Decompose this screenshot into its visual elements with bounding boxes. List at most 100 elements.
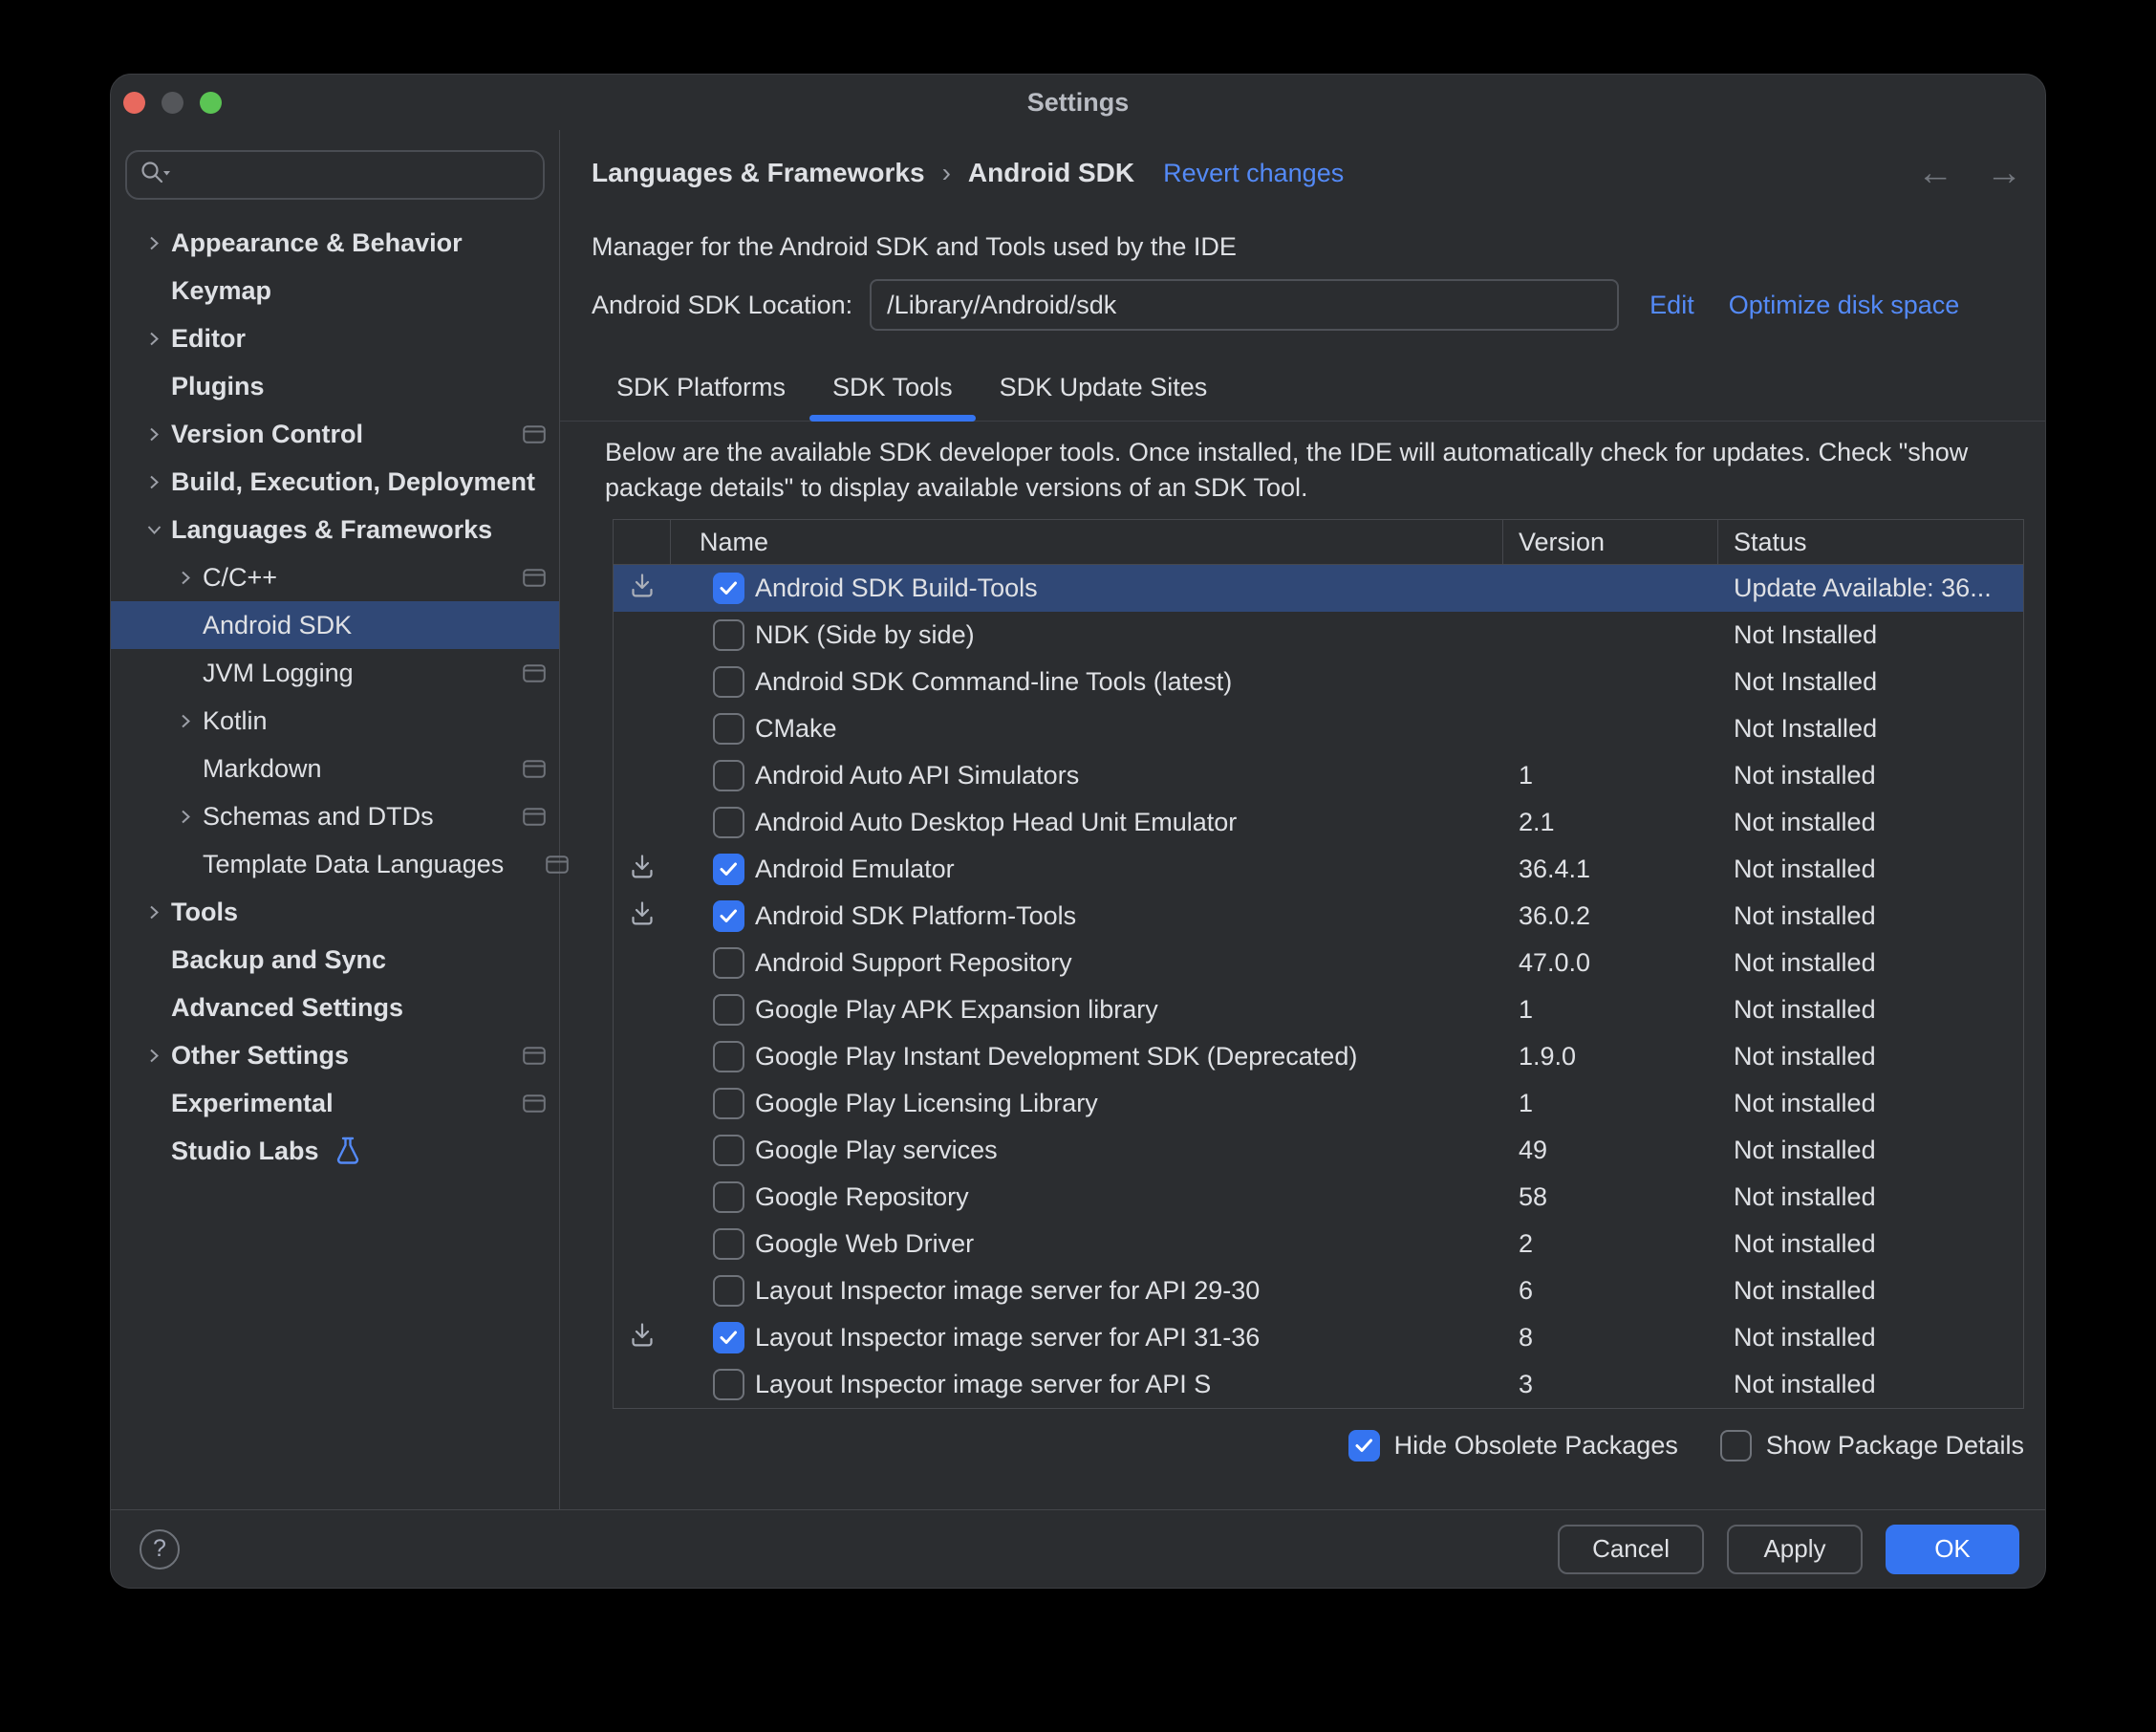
sidebar-search-box[interactable]	[125, 150, 545, 200]
row-checkbox[interactable]	[713, 713, 744, 745]
row-checkbox[interactable]	[713, 1181, 744, 1213]
chevron-right-icon[interactable]	[146, 904, 171, 920]
table-row[interactable]: Layout Inspector image server for API 31…	[614, 1314, 2023, 1361]
row-name-cell: Android Emulator	[671, 846, 1503, 893]
row-status-cell: Not installed	[1718, 799, 2023, 846]
chevron-right-icon[interactable]	[146, 426, 171, 443]
sidebar-item[interactable]: Experimental	[111, 1079, 559, 1127]
table-row[interactable]: CMake Not Installed	[614, 705, 2023, 752]
cancel-button[interactable]: Cancel	[1558, 1525, 1704, 1574]
minimize-button[interactable]	[162, 92, 183, 114]
search-input[interactable]	[171, 160, 531, 191]
row-checkbox[interactable]	[713, 760, 744, 791]
chevron-right-icon[interactable]	[178, 570, 203, 586]
table-row[interactable]: Google Play APK Expansion library 1 Not …	[614, 986, 2023, 1033]
row-version-cell: 36.0.2	[1503, 893, 1718, 940]
chevron-right-icon[interactable]	[146, 1048, 171, 1064]
breadcrumb-parent[interactable]: Languages & Frameworks	[592, 158, 925, 188]
chevron-right-icon[interactable]	[146, 235, 171, 251]
sidebar-item[interactable]: Keymap	[111, 267, 559, 314]
table-row[interactable]: Android SDK Platform-Tools 36.0.2 Not in…	[614, 893, 2023, 940]
table-row[interactable]: Android SDK Command-line Tools (latest) …	[614, 659, 2023, 705]
sidebar-item[interactable]: Markdown	[111, 745, 559, 792]
sidebar-item[interactable]: Version Control	[111, 410, 559, 458]
table-row[interactable]: NDK (Side by side) Not Installed	[614, 612, 2023, 659]
apply-button[interactable]: Apply	[1727, 1525, 1863, 1574]
table-row[interactable]: Google Play Licensing Library 1 Not inst…	[614, 1080, 2023, 1127]
table-row[interactable]: Layout Inspector image server for API 29…	[614, 1267, 2023, 1314]
row-checkbox[interactable]	[713, 807, 744, 838]
sidebar-item[interactable]: Studio Labs	[111, 1127, 559, 1175]
sdk-location-input[interactable]	[870, 279, 1619, 331]
back-arrow-icon[interactable]: ←	[1917, 155, 1953, 191]
header-name[interactable]: Name	[671, 520, 1503, 564]
row-checkbox[interactable]	[713, 1275, 744, 1307]
optimize-disk-space-link[interactable]: Optimize disk space	[1729, 291, 1960, 320]
sidebar-item[interactable]: Editor	[111, 314, 559, 362]
row-checkbox[interactable]	[713, 666, 744, 698]
chevron-right-icon[interactable]	[178, 809, 203, 825]
chevron-right-icon[interactable]	[146, 474, 171, 490]
chevron-right-icon[interactable]	[178, 713, 203, 729]
header-status[interactable]: Status	[1718, 520, 2023, 564]
sidebar-item[interactable]: Android SDK	[111, 601, 559, 649]
package-name: Android Support Repository	[755, 948, 1072, 978]
sidebar-item[interactable]: Template Data Languages	[111, 840, 559, 888]
sidebar-item[interactable]: Plugins	[111, 362, 559, 410]
header-version[interactable]: Version	[1503, 520, 1718, 564]
row-checkbox[interactable]	[713, 573, 744, 604]
table-row[interactable]: Google Repository 58 Not installed	[614, 1174, 2023, 1221]
row-checkbox[interactable]	[713, 1228, 744, 1260]
table-row[interactable]: Android Support Repository 47.0.0 Not in…	[614, 940, 2023, 986]
table-row[interactable]: Android SDK Build-Tools Update Available…	[614, 565, 2023, 612]
sidebar-item[interactable]: Backup and Sync	[111, 936, 559, 984]
sidebar-item-label: Version Control	[171, 420, 363, 449]
main-area: Appearance & Behavior	[111, 130, 2045, 1509]
row-checkbox[interactable]	[713, 947, 744, 979]
tab[interactable]: SDK Platforms	[616, 354, 786, 421]
row-checkbox[interactable]	[713, 1088, 744, 1119]
row-checkbox[interactable]	[713, 1041, 744, 1072]
row-checkbox[interactable]	[713, 1369, 744, 1400]
close-button[interactable]	[123, 92, 145, 114]
table-row[interactable]: Layout Inspector image server for API S …	[614, 1361, 2023, 1408]
tab[interactable]: SDK Update Sites	[1000, 354, 1208, 421]
help-button[interactable]: ?	[140, 1529, 180, 1570]
table-row[interactable]: Google Play Instant Development SDK (Dep…	[614, 1033, 2023, 1080]
row-checkbox[interactable]	[713, 1322, 744, 1353]
sidebar-item[interactable]: JVM Logging	[111, 649, 559, 697]
show-details-option[interactable]: Show Package Details	[1720, 1430, 2024, 1461]
sidebar-item[interactable]: Languages & Frameworks	[111, 506, 559, 553]
sidebar-item[interactable]: Other Settings	[111, 1031, 559, 1079]
row-checkbox[interactable]	[713, 854, 744, 885]
forward-arrow-icon[interactable]: →	[1986, 155, 2022, 191]
zoom-button[interactable]	[200, 92, 222, 114]
revert-changes-link[interactable]: Revert changes	[1163, 159, 1344, 188]
table-row[interactable]: Android Emulator 36.4.1 Not installed	[614, 846, 2023, 893]
table-row[interactable]: Android Auto Desktop Head Unit Emulator …	[614, 799, 2023, 846]
sidebar-item[interactable]: Schemas and DTDs	[111, 792, 559, 840]
hide-obsolete-option[interactable]: Hide Obsolete Packages	[1348, 1430, 1678, 1461]
tab[interactable]: SDK Tools	[832, 354, 953, 421]
row-checkbox[interactable]	[713, 900, 744, 932]
edit-link[interactable]: Edit	[1649, 291, 1694, 320]
row-checkbox[interactable]	[713, 994, 744, 1026]
pane-card-icon	[523, 664, 546, 682]
table-row[interactable]: Android Auto API Simulators 1 Not instal…	[614, 752, 2023, 799]
sidebar-item[interactable]: Kotlin	[111, 697, 559, 745]
table-row[interactable]: Google Play services 49 Not installed	[614, 1127, 2023, 1174]
sidebar-item[interactable]: Tools	[111, 888, 559, 936]
ok-button[interactable]: OK	[1886, 1525, 2019, 1574]
table-row[interactable]: Google Web Driver 2 Not installed	[614, 1221, 2023, 1267]
sidebar-item[interactable]: C/C++	[111, 553, 559, 601]
row-version-cell: 2	[1503, 1221, 1718, 1267]
row-status-cell: Update Available: 36...	[1718, 565, 2023, 612]
hide-obsolete-checkbox[interactable]	[1348, 1430, 1380, 1461]
row-checkbox[interactable]	[713, 619, 744, 651]
sidebar-item[interactable]: Advanced Settings	[111, 984, 559, 1031]
sidebar-item[interactable]: Appearance & Behavior	[111, 219, 559, 267]
show-details-checkbox[interactable]	[1720, 1430, 1752, 1461]
chevron-right-icon[interactable]	[146, 331, 171, 347]
row-checkbox[interactable]	[713, 1135, 744, 1166]
sidebar-item[interactable]: Build, Execution, Deployment	[111, 458, 559, 506]
